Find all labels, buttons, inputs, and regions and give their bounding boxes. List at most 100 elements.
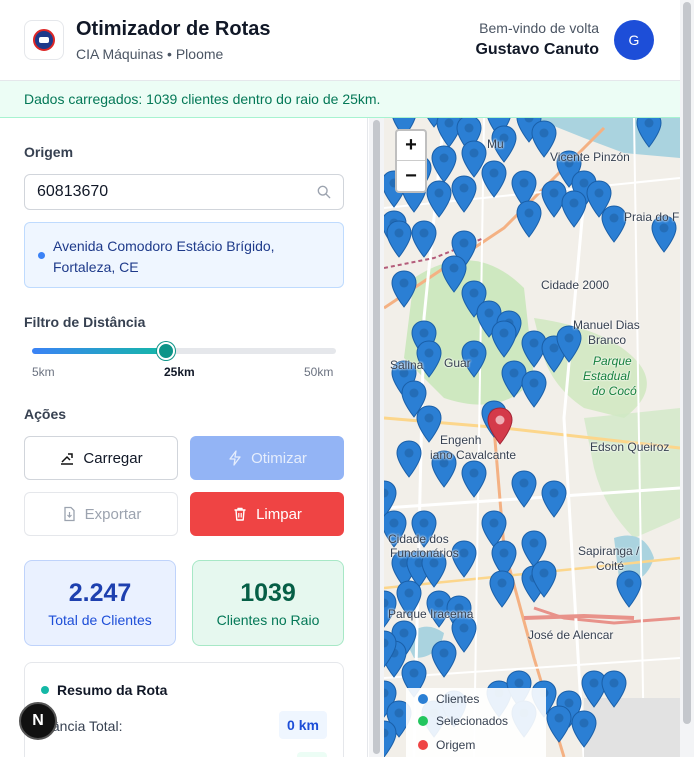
sidebar: Origem Avenida Comodoro Estácio Brígido,… (0, 118, 368, 757)
client-pin-icon[interactable] (416, 405, 442, 443)
summary-dot-icon (41, 686, 49, 694)
origin-pin-icon[interactable] (487, 407, 513, 445)
legend-selecionados-label: Selecionados (436, 714, 509, 728)
legend-origem-label: Origem (436, 738, 476, 752)
avatar[interactable]: G (614, 20, 654, 60)
map-label-praia: Praia do F (624, 210, 680, 224)
map-label-vicente: Vicente Pinzón (550, 150, 630, 164)
client-pin-icon[interactable] (391, 270, 417, 308)
client-pin-icon[interactable] (616, 570, 642, 608)
client-pin-icon[interactable] (636, 118, 662, 148)
radius-clients-label: Clientes no Raio (216, 612, 320, 628)
dev-tools-badge[interactable]: N (19, 702, 57, 740)
client-pin-icon[interactable] (384, 630, 397, 668)
map-label-salina: Salina (390, 358, 424, 372)
welcome-text: Bem-vindo de volta (479, 20, 599, 36)
radius-clients-card: 1039 Clientes no Raio (192, 560, 344, 646)
client-pin-icon[interactable] (384, 720, 397, 757)
total-clients-value: 2.247 (68, 579, 132, 607)
upload-icon (61, 453, 74, 465)
client-pin-icon[interactable] (541, 480, 567, 518)
origin-input-box[interactable] (24, 174, 344, 210)
map-label-jose-alencar: José de Alencar (528, 628, 614, 642)
route-summary-card: Resumo da Rota stância Total: 0 km (24, 662, 344, 757)
clear-button-label: Limpar (256, 505, 302, 523)
optimize-button-label: Otimizar (251, 449, 307, 467)
map-label-parque-iracema: Parque Iracema (388, 607, 474, 621)
zoom-out-button[interactable]: − (397, 161, 425, 191)
client-pin-icon[interactable] (451, 175, 477, 213)
clear-button[interactable]: Limpar (190, 492, 344, 536)
legend-selecionados-dot-icon (418, 716, 428, 726)
status-banner: Dados carregados: 1039 clientes dentro d… (0, 81, 680, 118)
page-scrollbar[interactable] (680, 0, 694, 757)
client-pin-icon[interactable] (426, 180, 452, 218)
client-pin-icon[interactable] (546, 705, 572, 743)
legend-selecionados: Selecionados (418, 714, 508, 728)
legend-clientes-label: Clientes (436, 692, 480, 706)
export-button[interactable]: Exportar (24, 492, 178, 536)
summary-title: Resumo da Rota (57, 682, 168, 698)
load-button-label: Carregar (83, 449, 143, 467)
map-label-edson: Edson Queiroz (590, 440, 670, 454)
trash-icon (234, 507, 246, 521)
client-pin-icon[interactable] (511, 470, 537, 508)
map-label-engenh: Engenh (440, 433, 482, 447)
lightning-icon (229, 450, 241, 466)
legend-clientes: Clientes (418, 692, 479, 706)
map-label-guar: Guar (444, 356, 471, 370)
address-box: Avenida Comodoro Estácio Brígido, Fortal… (24, 222, 344, 288)
map-zoom-control: + − (395, 129, 427, 193)
client-pin-icon[interactable] (531, 560, 557, 598)
distance-slider-track[interactable] (32, 348, 336, 354)
map-label-cidade-dos: Cidade dos (388, 532, 449, 546)
summary-second-value (297, 752, 327, 757)
client-pin-icon[interactable] (386, 220, 412, 258)
file-icon (63, 506, 75, 522)
distance-slider-thumb[interactable] (156, 342, 175, 360)
client-pin-icon[interactable] (521, 370, 547, 408)
client-pin-icon[interactable] (489, 570, 515, 608)
total-distance-value: 0 km (279, 711, 327, 739)
map-legend: Clientes Selecionados Origem (406, 688, 546, 757)
client-pin-icon[interactable] (411, 220, 437, 258)
total-clients-card: 2.247 Total de Clientes (24, 560, 176, 646)
radius-clients-value: 1039 (240, 579, 296, 607)
client-pin-icon[interactable] (461, 460, 487, 498)
optimize-button[interactable]: Otimizar (190, 436, 344, 480)
load-button[interactable]: Carregar (24, 436, 178, 480)
sidebar-scrollbar[interactable] (369, 118, 384, 757)
legend-origem-dot-icon (418, 740, 428, 750)
map-label-coite: Coité (596, 559, 625, 573)
client-pin-icon[interactable] (571, 710, 597, 748)
map-label-cavalcante: iano Cavalcante (430, 448, 517, 462)
map-label-cidade2000: Cidade 2000 (541, 278, 610, 292)
map-label-branco: Branco (588, 333, 627, 347)
actions-label: Ações (24, 406, 67, 422)
origin-input[interactable] (37, 183, 307, 201)
client-pin-icon[interactable] (561, 190, 587, 228)
client-pin-icon[interactable] (601, 670, 627, 708)
legend-origem: Origem (418, 738, 475, 752)
zoom-in-button[interactable]: + (397, 131, 425, 161)
status-message: Dados carregados: 1039 clientes dentro d… (24, 91, 381, 107)
page-title: Otimizador de Rotas (76, 18, 271, 40)
total-clients-label: Total de Clientes (48, 612, 152, 628)
address-dot-icon (38, 252, 45, 259)
map-label-mu: Mu (487, 137, 504, 151)
origin-label: Origem (24, 144, 74, 160)
app-root: Otimizador de Rotas CIA Máquinas • Ploom… (0, 0, 694, 757)
map-label-funcionarios: Funcionários (390, 546, 459, 560)
client-pin-icon[interactable] (431, 640, 457, 678)
map-label-sapiranga: Sapiranga / (578, 544, 640, 558)
app-header: Otimizador de Rotas CIA Máquinas • Ploom… (0, 0, 680, 81)
search-icon[interactable] (317, 185, 331, 199)
slider-max-label: 50km (304, 365, 334, 379)
client-pin-icon[interactable] (396, 440, 422, 478)
slider-min-label: 5km (32, 365, 55, 379)
client-pin-icon[interactable] (481, 160, 507, 198)
map-label-coco: do Cocó (592, 384, 637, 398)
client-pin-icon[interactable] (516, 200, 542, 238)
client-pin-icon[interactable] (491, 320, 517, 358)
map-label-manuel-dias: Manuel Dias (573, 318, 640, 332)
